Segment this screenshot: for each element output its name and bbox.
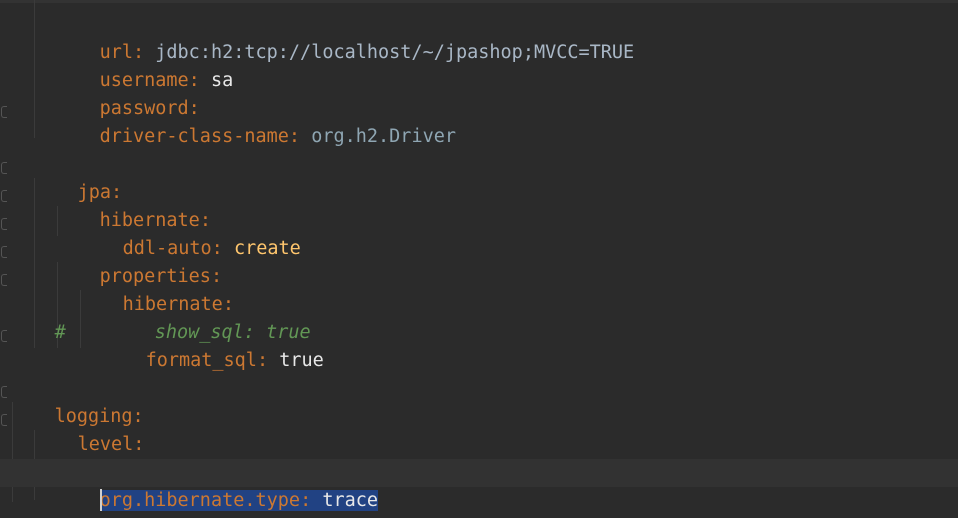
code-line[interactable]: level:: [0, 403, 958, 455]
yaml-value: true: [268, 350, 324, 371]
code-line[interactable]: jpa:: [0, 151, 958, 203]
code-line[interactable]: format_sql: true: [0, 319, 958, 371]
yaml-colon: :: [256, 350, 269, 371]
code-line[interactable]: url: jdbc:h2:tcp://localhost/~/jpashop;M…: [0, 11, 958, 63]
code-line-current[interactable]: org.hibernate.type: trace: [0, 459, 958, 511]
code-line-commented[interactable]: # show_sql: true: [0, 291, 958, 343]
code-line[interactable]: password:: [0, 67, 958, 119]
editor-top-edge: [0, 0, 958, 3]
code-line[interactable]: ddl-auto: create: [0, 207, 958, 259]
code-line[interactable]: hibernate:: [0, 179, 958, 231]
code-line[interactable]: hibernate:: [0, 263, 958, 315]
yaml-key: driver-class-name: [99, 126, 289, 147]
code-line[interactable]: org.hibernate.SQL: debug: [0, 431, 958, 483]
yaml-value: trace: [311, 490, 379, 511]
text-caret: [99, 489, 102, 511]
yaml-value: org.h2.Driver: [300, 126, 456, 147]
code-line[interactable]: driver-class-name: org.h2.Driver: [0, 95, 958, 147]
code-line[interactable]: logging:: [0, 375, 958, 427]
yaml-colon: :: [288, 126, 301, 147]
yaml-colon: :: [300, 490, 312, 511]
code-line[interactable]: properties:: [0, 235, 958, 287]
yaml-key: format_sql: [145, 350, 257, 371]
yaml-key: rg.hibernate.type: [110, 490, 301, 511]
code-line[interactable]: username: sa: [0, 39, 958, 91]
code-editor[interactable]: url: jdbc:h2:tcp://localhost/~/jpashop;M…: [0, 0, 958, 518]
